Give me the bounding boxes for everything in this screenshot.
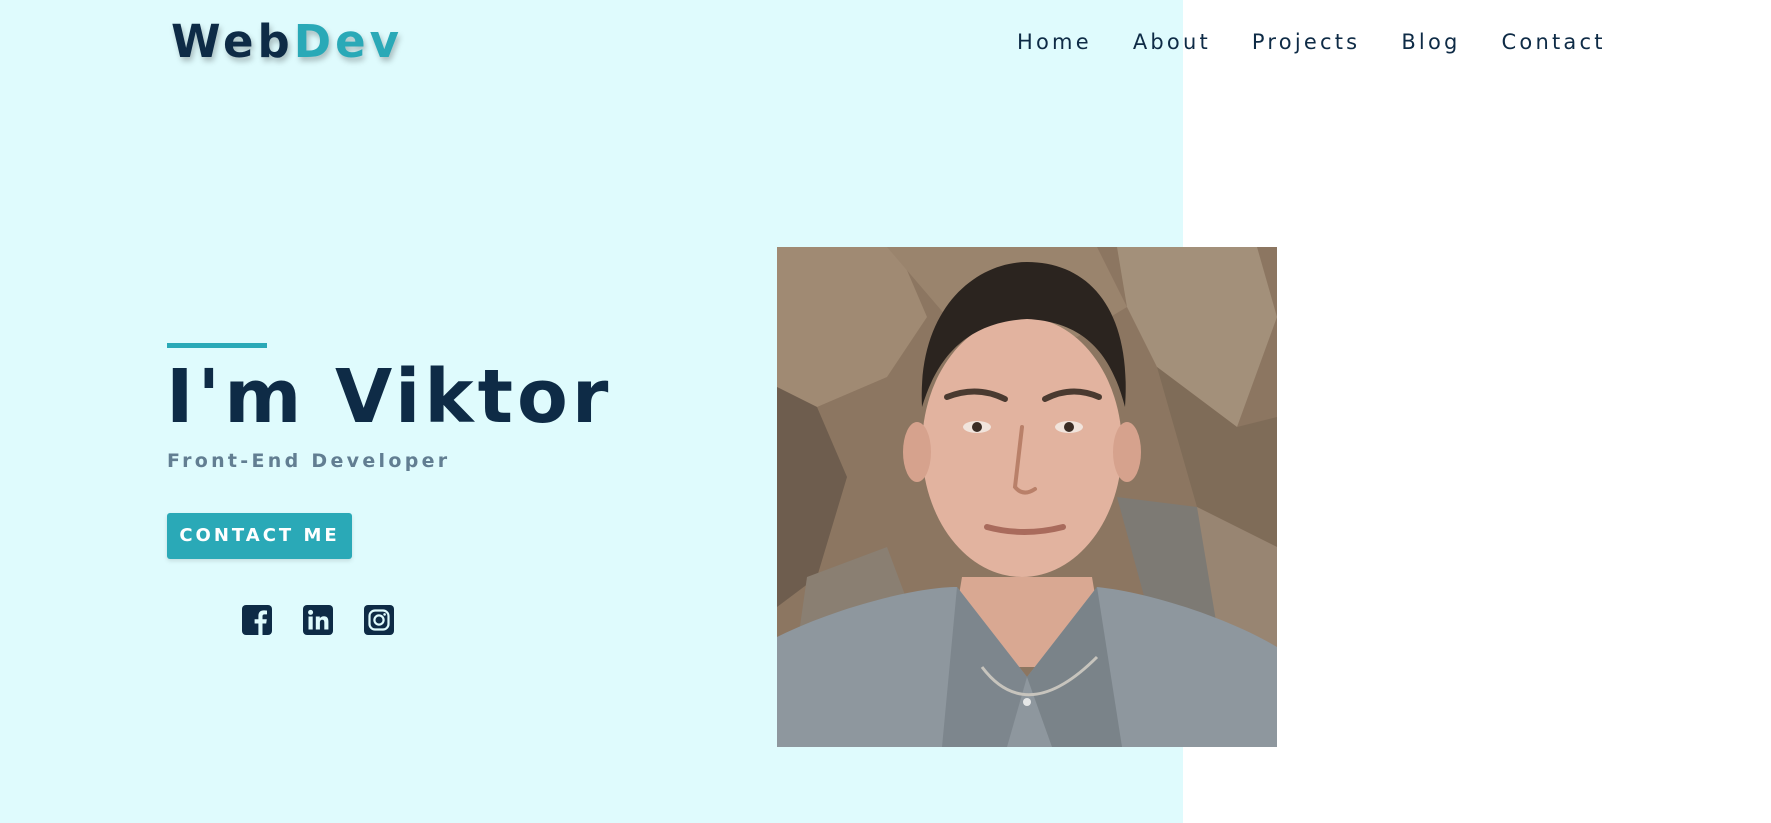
logo-text-web: Web <box>171 15 294 68</box>
nav-item-home[interactable]: Home <box>1017 30 1092 54</box>
linkedin-icon[interactable] <box>302 604 334 636</box>
hero-title: I'm Viktor <box>166 354 613 440</box>
main-navigation: Home About Projects Blog Contact <box>1017 30 1606 54</box>
nav-item-blog[interactable]: Blog <box>1401 30 1460 54</box>
facebook-icon[interactable] <box>241 604 273 636</box>
contact-me-button[interactable]: CONTACT ME <box>167 513 352 559</box>
site-logo[interactable]: WebDev <box>171 14 403 70</box>
hero-subtitle: Front-End Developer <box>167 450 451 472</box>
portrait-photo <box>777 247 1277 747</box>
social-links <box>241 604 395 636</box>
nav-item-about[interactable]: About <box>1133 30 1211 54</box>
logo-text-dev: Dev <box>293 15 403 68</box>
title-accent-line <box>167 343 267 348</box>
instagram-icon[interactable] <box>363 604 395 636</box>
nav-item-contact[interactable]: Contact <box>1502 30 1606 54</box>
nav-item-projects[interactable]: Projects <box>1252 30 1360 54</box>
